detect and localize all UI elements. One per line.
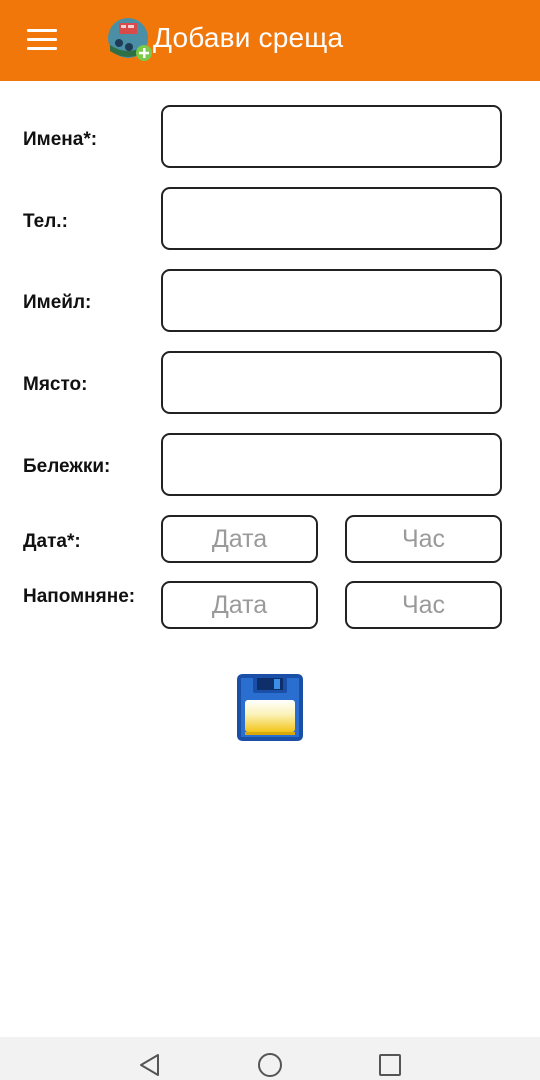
notes-input[interactable] (161, 433, 502, 496)
date-picker[interactable]: Дата (161, 515, 318, 563)
phone-input[interactable] (161, 187, 502, 250)
back-triangle-icon[interactable] (137, 1052, 163, 1078)
home-circle-icon[interactable] (257, 1052, 283, 1078)
reminder-date-picker[interactable]: Дата (161, 581, 318, 629)
email-input[interactable] (161, 269, 502, 332)
page-title: Добави среща (153, 22, 344, 53)
names-input[interactable] (161, 105, 502, 168)
menu-icon[interactable] (27, 28, 57, 52)
recents-square-icon[interactable] (377, 1052, 403, 1078)
date-label: Дата*: (23, 531, 81, 552)
time-picker[interactable]: Час (345, 515, 502, 563)
reminder-time-picker[interactable]: Час (345, 581, 502, 629)
place-input[interactable] (161, 351, 502, 414)
reminder-label: Напомняне: (23, 586, 136, 607)
meeting-add-icon (108, 18, 152, 61)
names-label: Имена*: (23, 129, 98, 150)
email-label: Имейл: (23, 292, 92, 313)
app-bar: Добави среща (0, 0, 540, 81)
phone-label: Тел.: (23, 211, 68, 232)
place-label: Място: (23, 374, 88, 395)
save-button[interactable] (237, 674, 303, 741)
notes-label: Бележки: (23, 456, 111, 477)
